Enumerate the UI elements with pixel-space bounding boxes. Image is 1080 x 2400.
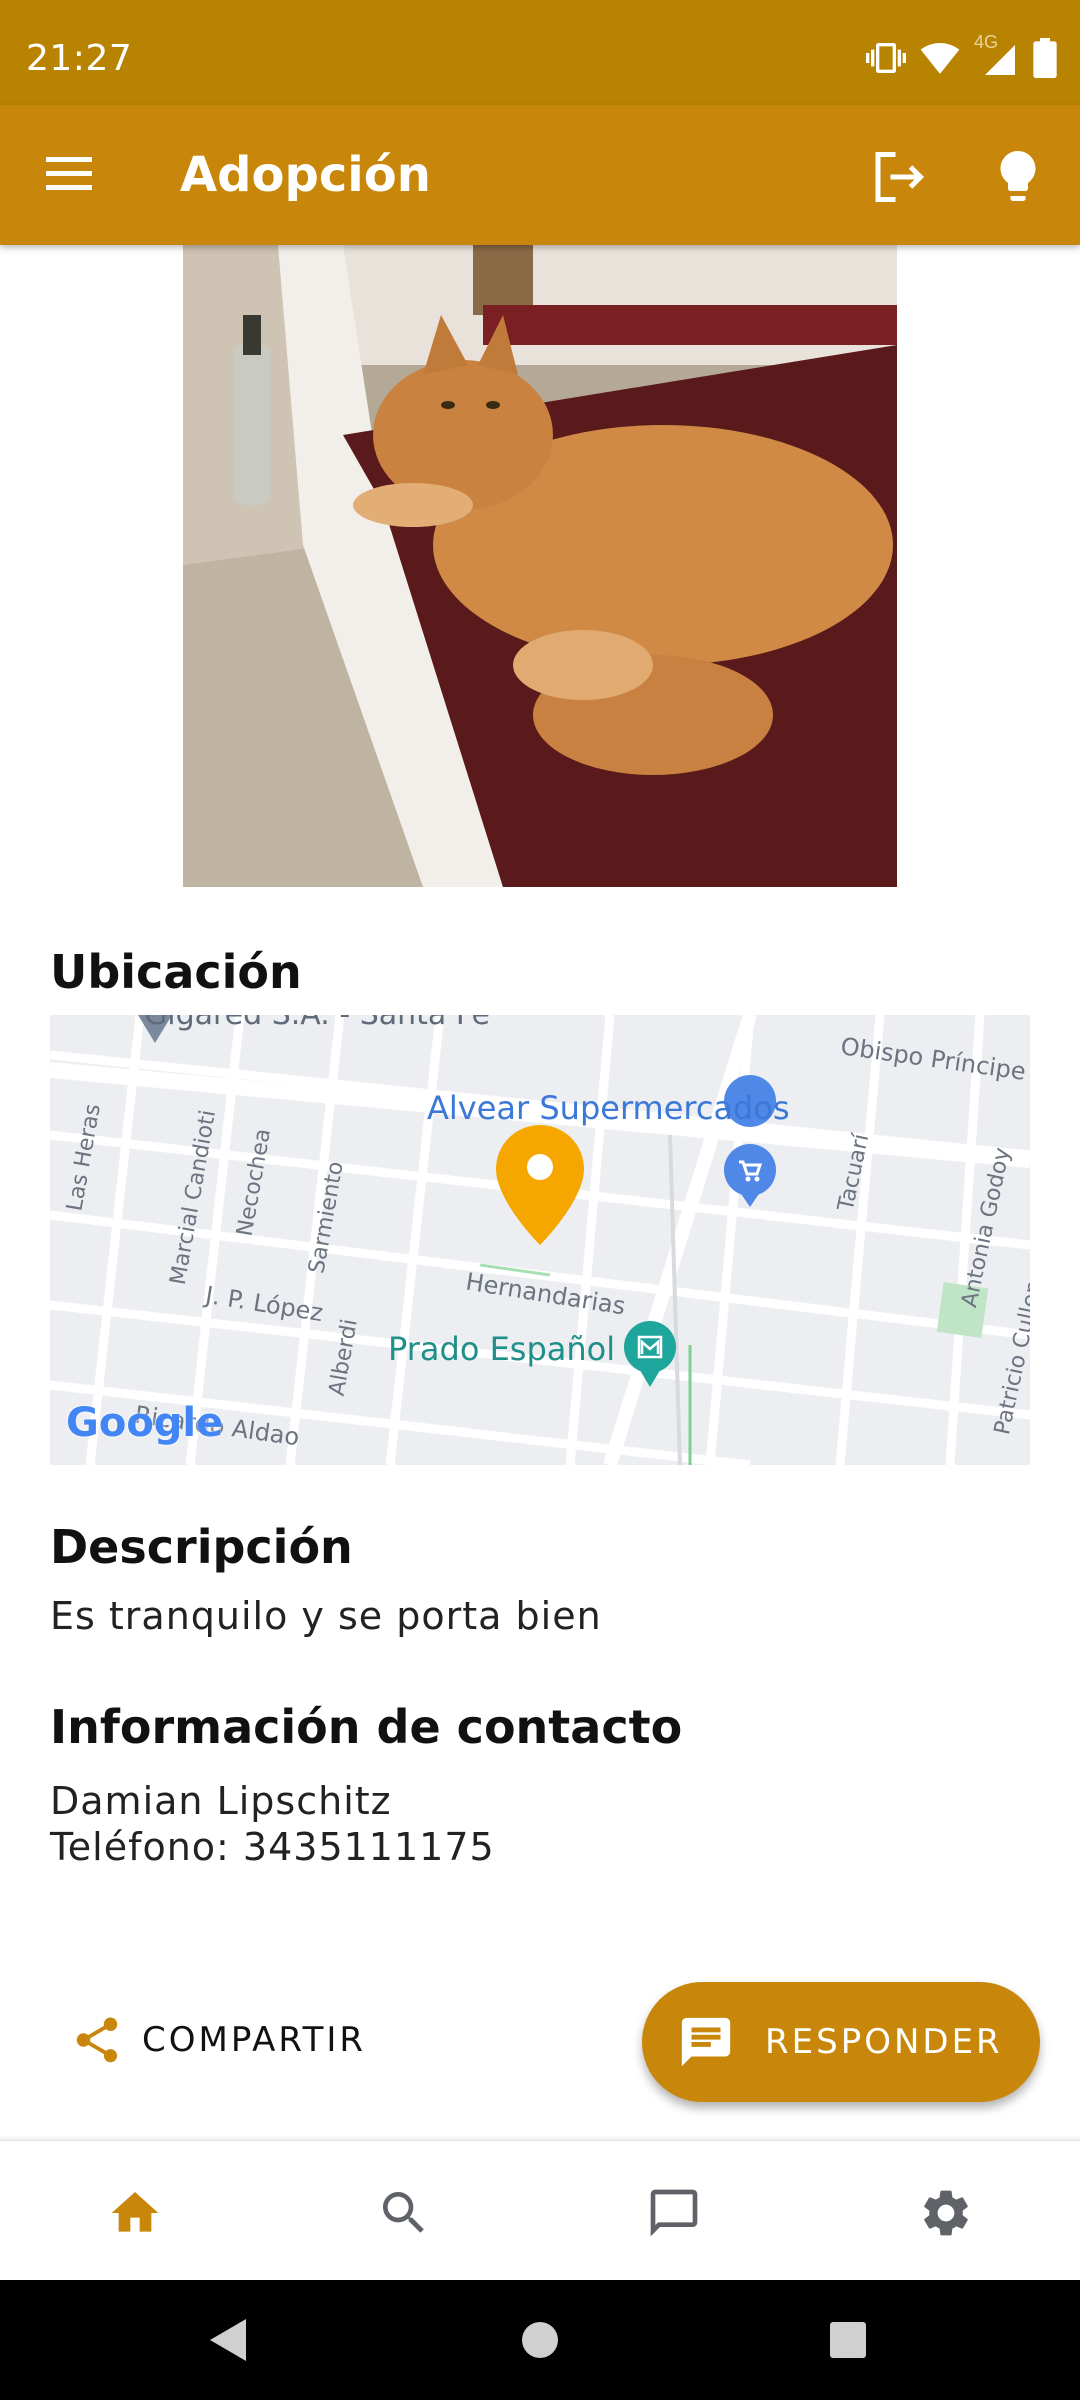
page-title: Adopción: [180, 147, 431, 203]
nav-settings[interactable]: [918, 2185, 974, 2241]
signal-4g: 4G: [974, 32, 1018, 78]
map-poi-supermarket: Alvear Supermercados: [427, 1089, 790, 1127]
lightbulb-button[interactable]: [988, 145, 1048, 207]
chat-icon: [650, 2189, 698, 2237]
recents-icon[interactable]: [829, 2321, 867, 2359]
map-poi-park: Prado Español: [388, 1330, 616, 1368]
description-title: Descripción: [50, 1520, 353, 1574]
reply-button[interactable]: RESPONDER: [642, 1982, 1040, 2102]
nav-messages[interactable]: [646, 2185, 702, 2241]
share-icon: [76, 2017, 118, 2063]
app-bar: Adopción: [0, 105, 1080, 245]
location-title: Ubicación: [50, 945, 302, 999]
logout-button[interactable]: [868, 147, 928, 207]
home-icon[interactable]: [521, 2321, 559, 2359]
adoption-detail: Ubicación Obispo Príncipe Alvear Superme…: [0, 245, 1080, 2140]
home-icon: [111, 2192, 159, 2232]
battery-icon: [1033, 38, 1057, 78]
vibrate-icon: [866, 43, 906, 73]
contact-name: Damian Lipschitz: [50, 1779, 392, 1823]
message-icon: [681, 2017, 731, 2067]
contact-title: Información de contacto: [50, 1700, 683, 1754]
contact-phone: Teléfono: 3435111175: [50, 1825, 495, 1869]
system-nav-bar: [0, 2280, 1080, 2400]
nav-home[interactable]: [107, 2185, 163, 2241]
back-icon[interactable]: [208, 2317, 248, 2363]
menu-button[interactable]: [40, 149, 100, 201]
description-text: Es tranquilo y se porta bien: [50, 1594, 602, 1638]
settings-icon: [924, 2190, 968, 2236]
search-icon: [383, 2192, 424, 2233]
status-icons: 4G: [866, 32, 1058, 78]
lightbulb-icon: [1000, 151, 1036, 201]
status-bar: 21:27 4G: [0, 0, 1080, 105]
signal-icon: [985, 45, 1015, 75]
wifi-icon: [920, 43, 960, 74]
google-logo: Google: [66, 1400, 224, 1446]
pet-photo: [183, 245, 897, 887]
bottom-nav: [0, 2140, 1080, 2280]
nav-search[interactable]: [376, 2185, 432, 2241]
share-button[interactable]: COMPARTIR: [70, 2005, 366, 2075]
menu-icon: [46, 157, 92, 190]
location-map[interactable]: Gigared S.A. - Santa Fe Obispo Príncipe …: [50, 1015, 1030, 1465]
reply-label: RESPONDER: [765, 2022, 1003, 2062]
status-time: 21:27: [26, 38, 133, 79]
map-label-top: Gigared S.A. - Santa Fe: [144, 1015, 490, 1032]
logout-icon: [875, 152, 925, 202]
share-label: COMPARTIR: [142, 2020, 366, 2060]
